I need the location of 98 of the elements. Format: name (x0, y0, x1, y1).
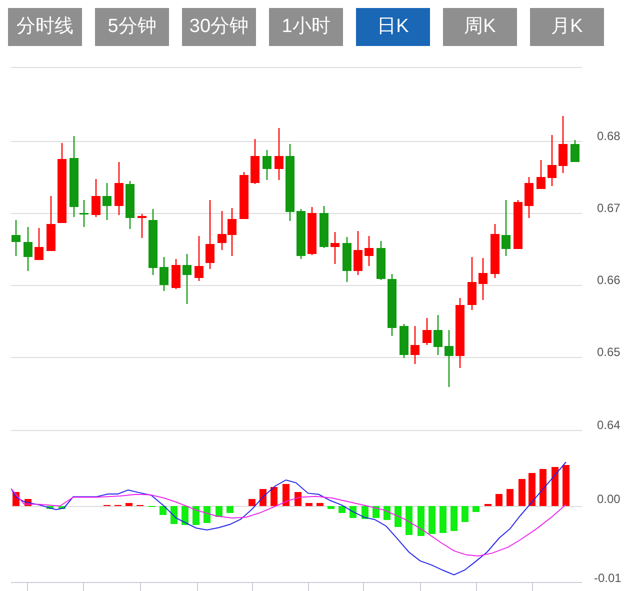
candlestick (148, 209, 158, 275)
candlestick (456, 298, 464, 368)
candlestick (12, 220, 20, 256)
histogram-bar (428, 506, 436, 534)
histogram-bar (170, 506, 178, 524)
candlestick (24, 227, 32, 271)
histogram-bar (260, 489, 266, 506)
histogram-bar (406, 506, 412, 535)
histogram-bar (204, 506, 210, 523)
histogram-bar (384, 506, 390, 520)
candlestick (354, 231, 362, 275)
histogram-bar (192, 506, 200, 525)
period-tab[interactable]: 月K (530, 8, 604, 46)
candlestick (274, 128, 284, 180)
histogram-bar (552, 467, 558, 506)
candlestick (92, 179, 100, 217)
histogram-bar (306, 503, 312, 506)
candlestick (444, 330, 454, 387)
candlestick (160, 257, 168, 291)
candlestick (138, 214, 146, 238)
histogram-bar (316, 503, 324, 506)
histogram-bar (562, 465, 570, 506)
candlestick (388, 274, 396, 336)
candlestick (102, 183, 112, 220)
candlestick (250, 139, 260, 184)
histogram-bar (450, 506, 458, 531)
axis-label: 0.67 (597, 201, 620, 215)
candlestick (410, 326, 420, 364)
candlestick (206, 200, 214, 269)
candlestick (422, 318, 432, 345)
histogram-bar (328, 506, 334, 509)
histogram-bar (126, 503, 132, 506)
histogram-bar (182, 506, 188, 525)
histogram-bar (496, 494, 502, 506)
axis-label: 0.68 (597, 129, 620, 143)
candlestick (490, 224, 500, 278)
histogram-bar (540, 469, 546, 506)
axis-label: 0.65 (597, 345, 620, 359)
candlestick (524, 177, 534, 218)
histogram-bar (372, 506, 380, 518)
histogram-bar (394, 506, 402, 527)
candlestick (126, 181, 134, 229)
axis-label: 0.00 (597, 492, 620, 506)
period-tab[interactable]: 1小时 (269, 8, 343, 46)
histogram-bar (248, 499, 256, 506)
histogram-bar (362, 506, 368, 519)
candlestick (400, 324, 408, 358)
period-tab[interactable]: 分时线 (8, 8, 82, 46)
histogram-bar (58, 506, 66, 509)
candlestick (262, 150, 272, 180)
histogram-bar (528, 473, 536, 506)
candlestick (468, 257, 476, 310)
axis-label: 0.64 (597, 418, 620, 432)
histogram-bar (270, 487, 278, 506)
candlestick (570, 140, 580, 162)
period-tab[interactable]: 日K (356, 8, 430, 46)
axis-label: 0.66 (597, 273, 620, 287)
candlestick (478, 258, 488, 300)
histogram-bar (462, 506, 468, 522)
candlestick (182, 254, 192, 304)
candlestick (342, 237, 352, 282)
candlestick (558, 116, 568, 173)
candlestick (34, 228, 44, 260)
candlestick (240, 172, 248, 219)
histogram-bar (338, 506, 346, 513)
period-tab[interactable]: 30分钟 (182, 8, 256, 46)
candlestick (114, 162, 124, 215)
histogram-bar (418, 506, 424, 536)
candlestick (308, 207, 316, 255)
period-tab[interactable]: 5分钟 (95, 8, 169, 46)
candlestick (320, 206, 328, 248)
candlestick (376, 241, 386, 280)
candlestick (502, 200, 510, 256)
candlestick (218, 211, 226, 250)
histogram-bar (216, 506, 222, 517)
axis-label: -0.01 (594, 571, 622, 585)
candlestick (364, 236, 374, 266)
candlestick (434, 315, 442, 355)
period-tab[interactable]: 周K (443, 8, 517, 46)
candlestick (296, 209, 306, 259)
candlestick (548, 135, 556, 186)
histogram-bar (350, 506, 356, 518)
histogram-bar (160, 506, 166, 515)
candlestick (194, 236, 204, 281)
histogram-bar (226, 506, 234, 513)
histogram-bar (506, 489, 514, 506)
candlestick (172, 259, 180, 289)
candlestick (330, 232, 340, 264)
candlestick (228, 208, 236, 256)
candlestick (46, 196, 56, 251)
histogram-bar (472, 506, 480, 512)
histogram-bar (518, 479, 526, 506)
candlestick (514, 200, 522, 249)
histogram-bar (46, 506, 54, 509)
histogram-bar (294, 492, 302, 506)
histogram-bar (440, 506, 446, 533)
histogram-bar (282, 484, 290, 506)
candlestick (536, 160, 546, 189)
